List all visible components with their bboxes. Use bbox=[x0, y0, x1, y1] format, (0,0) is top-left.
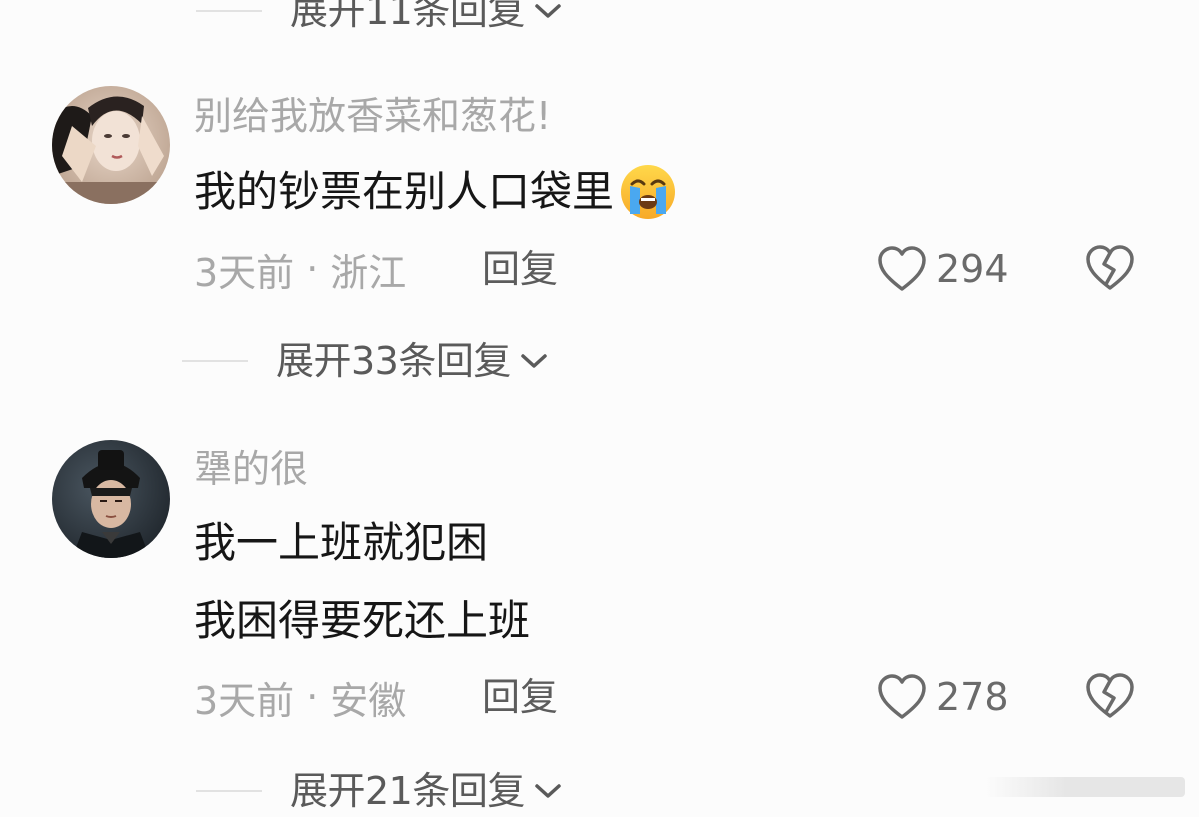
loudly-crying-face-emoji-icon bbox=[621, 165, 676, 219]
expand-replies-label[interactable]: 展开33条回复 bbox=[276, 336, 511, 386]
reply-button[interactable]: 回复 bbox=[482, 244, 558, 294]
broken-heart-icon[interactable] bbox=[1084, 672, 1136, 720]
comment-meta: 3天前 · 安徽 bbox=[194, 672, 407, 723]
like-count: 278 bbox=[936, 675, 1009, 719]
expand-replies-row[interactable]: 展开33条回复 bbox=[182, 336, 549, 386]
meta-separator: · bbox=[306, 675, 319, 719]
comment-username[interactable]: 犟的很 bbox=[194, 446, 308, 492]
comment-meta: 3天前 · 浙江 bbox=[194, 244, 407, 295]
expand-divider-line bbox=[196, 790, 262, 792]
chevron-down-icon[interactable] bbox=[533, 781, 563, 801]
chevron-down-icon[interactable] bbox=[533, 1, 563, 21]
comment-text-line: 我一上班就犯困 bbox=[194, 518, 489, 567]
avatar[interactable] bbox=[52, 440, 170, 558]
reply-button[interactable]: 回复 bbox=[482, 672, 558, 722]
expand-replies-label[interactable]: 展开21条回复 bbox=[290, 766, 525, 816]
broken-heart-icon[interactable] bbox=[1084, 244, 1136, 292]
comment-location: 浙江 bbox=[330, 250, 407, 295]
expand-replies-row[interactable]: 展开21条回复 bbox=[196, 766, 563, 816]
watermark bbox=[985, 777, 1185, 797]
comment-text-line: 我困得要死还上班 bbox=[194, 596, 531, 645]
comment-time: 3天前 bbox=[194, 250, 295, 295]
comment-location: 安徽 bbox=[330, 678, 407, 723]
like-count: 294 bbox=[936, 247, 1009, 291]
heart-icon[interactable] bbox=[876, 673, 928, 721]
expand-divider-line bbox=[182, 360, 248, 362]
chevron-down-icon[interactable] bbox=[519, 351, 549, 371]
comment-username[interactable]: 别给我放香菜和葱花! bbox=[194, 93, 551, 139]
comment-text: 我的钞票在别人口袋里 bbox=[194, 162, 678, 222]
expand-divider-line bbox=[196, 10, 262, 12]
meta-separator: · bbox=[306, 247, 319, 291]
expand-replies-label[interactable]: 展开11条回复 bbox=[290, 0, 525, 36]
heart-icon[interactable] bbox=[876, 245, 928, 293]
like-button[interactable]: 294 bbox=[876, 244, 1009, 294]
like-button[interactable]: 278 bbox=[876, 672, 1009, 722]
expand-replies-row-top[interactable]: 展开11条回复 bbox=[196, 0, 563, 36]
avatar[interactable] bbox=[52, 86, 170, 204]
comment-text-line: 我的钞票在别人口袋里 bbox=[194, 167, 615, 216]
comment-time: 3天前 bbox=[194, 678, 295, 723]
